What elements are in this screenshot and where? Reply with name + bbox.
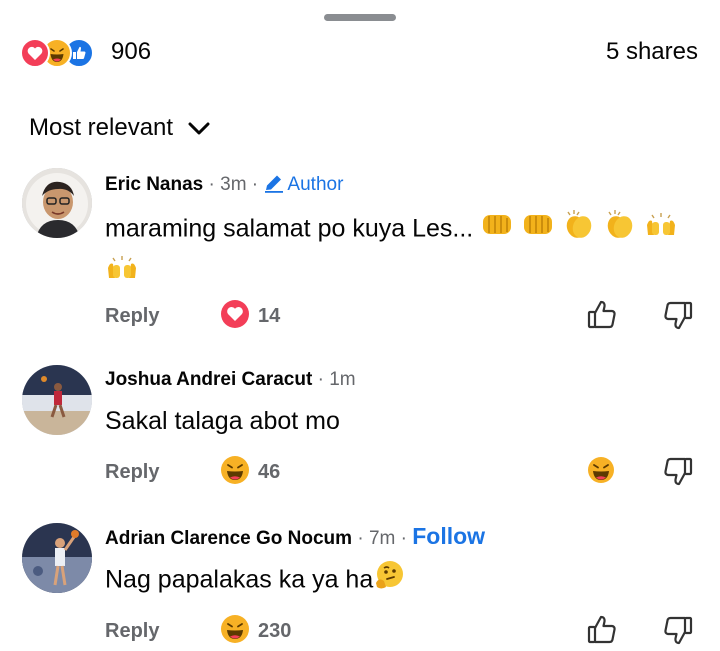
comment-actions: Reply 230 [0,614,720,648]
comment-actions: Reply 46 [0,455,720,489]
raising-hands-emoji [644,209,678,251]
comment-time[interactable]: 3m [220,174,246,195]
comments-sheet: 906 5 shares Most relevant Eric Nanas · … [0,0,720,649]
commenter-name[interactable]: Eric Nanas [105,174,203,195]
post-reactions-summary[interactable]: 906 5 shares [20,36,698,68]
avatar[interactable] [22,168,92,238]
comment-reaction-count[interactable]: 46 [258,459,280,485]
comment-meta: Joshua Andrei Caracut · 1m [105,369,356,390]
comment-reaction-count[interactable]: 230 [258,618,291,644]
commenter-name[interactable]: Joshua Andrei Caracut [105,369,312,390]
comment-text: Sakal talaga abot mo [105,407,340,435]
love-reaction-icon[interactable] [220,299,250,329]
sort-dropdown[interactable]: Most relevant [29,113,210,143]
reaction-icons[interactable] [20,36,106,68]
love-reaction-icon [20,38,50,68]
drag-handle[interactable] [324,14,396,21]
sort-label: Most relevant [29,114,174,141]
thumbs-down-icon[interactable] [662,614,694,646]
comment-text: Nag papalakas ka ya ha [105,559,405,603]
thinking-face-emoji [373,559,405,603]
comment-time[interactable]: 1m [329,369,355,390]
fist-bump-emoji [521,209,555,251]
thumbs-down-icon[interactable] [662,299,694,331]
reply-button[interactable]: Reply [105,303,159,329]
follow-button[interactable]: Follow [412,523,485,549]
chevron-down-icon [188,114,210,144]
shares-count[interactable]: 5 shares [606,38,698,66]
commenter-name[interactable]: Adrian Clarence Go Nocum [105,528,352,549]
fist-bump-emoji [480,209,514,251]
comment-text: maraming salamat po kuya Les... [105,208,678,294]
clapping-hands-emoji [562,208,596,252]
avatar[interactable] [22,523,92,593]
author-badge: Author [263,174,343,195]
thumbs-up-icon[interactable] [586,614,618,646]
comment-meta: Eric Nanas · 3m · Author [105,174,344,195]
reply-button[interactable]: Reply [105,618,159,644]
clapping-hands-emoji [603,208,637,252]
comment-time[interactable]: 7m [369,528,395,549]
avatar[interactable] [22,365,92,435]
comment-reaction-count[interactable]: 14 [258,303,280,329]
thumbs-down-icon[interactable] [662,455,694,487]
raising-hands-emoji [105,252,139,294]
pencil-icon [265,175,284,193]
reaction-count[interactable]: 906 [111,38,151,66]
comment-actions: Reply 14 [0,299,720,333]
haha-reaction-icon[interactable] [220,614,250,644]
thumbs-up-icon[interactable] [586,299,618,331]
haha-reaction-icon[interactable] [220,455,250,485]
comment-meta: Adrian Clarence Go Nocum · 7m · Follow [105,523,486,549]
reply-button[interactable]: Reply [105,459,159,485]
user-haha-reaction-icon[interactable] [586,455,618,487]
